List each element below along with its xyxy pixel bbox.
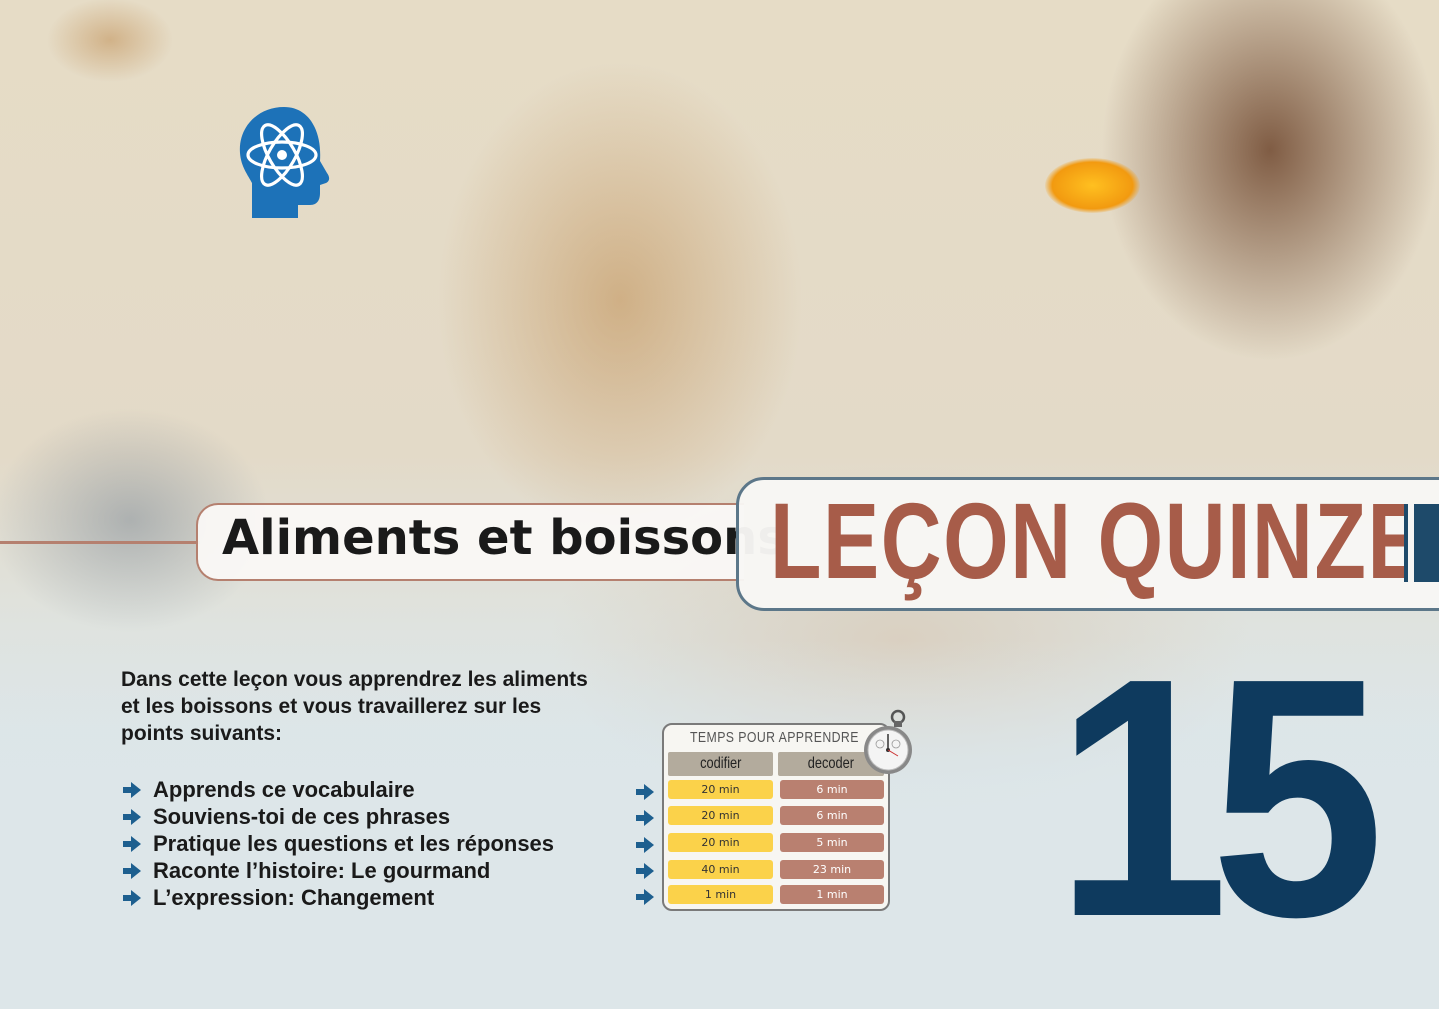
intro-text: Dans cette leçon vous apprendrez les ali… [121,668,588,745]
title-rule [0,541,200,544]
codifier-header-label: codifier [699,755,742,772]
point-label: Apprends ce vocabulaire [153,776,415,802]
point-label: Raconte l’histoire: Le gourmand [153,858,491,884]
list-item: Raconte l’histoire: Le gourmand [121,858,554,885]
arrow-right-icon [636,836,654,853]
arrow-right-icon [636,810,654,827]
list-item: Souviens-toi de ces phrases [121,803,554,830]
arrow-right-icon [636,784,654,800]
point-label: Pratique les questions et les réponses [153,830,555,856]
codifier-cell: 20 min [668,806,773,825]
decoder-cell: 6 min [780,806,884,825]
codifier-cell: 40 min [668,860,773,879]
decoder-header-label: decoder [807,755,855,772]
list-item: Apprends ce vocabulaire [121,776,554,803]
arrow-right-icon [636,862,654,879]
arrow-right-icon [123,808,141,825]
section-title: Aliments et boissons [222,510,786,566]
arrow-right-icon [123,863,141,880]
point-label: L’expression: Changement [153,885,435,911]
time-table-title: TEMPS POUR APPRENDRE [690,729,859,746]
stopwatch-icon [864,709,912,774]
arrow-right-icon [123,890,141,907]
codifier-cell: 20 min [668,780,773,799]
points-list: Apprends ce vocabulaire Souviens-toi de … [121,776,554,912]
arrow-right-icon [123,835,141,852]
pepper-slice [1045,158,1140,213]
lesson-number: 15 [1055,608,1385,988]
lesson-bar-gap [1408,504,1414,582]
codifier-cell: 20 min [668,833,773,852]
time-table-arrows [634,783,656,914]
brain-atom-icon [239,107,330,218]
point-label: Souviens-toi de ces phrases [153,803,451,829]
list-item: Pratique les questions et les réponses [121,830,554,857]
decoder-cell: 23 min [780,860,884,879]
decoder-cell: 5 min [780,833,884,852]
codifier-cell: 1 min [668,885,773,904]
arrow-right-icon [123,781,141,798]
decoder-cell: 1 min [780,885,884,904]
decoder-cell: 6 min [780,780,884,799]
codifier-header: codifier [668,752,773,776]
lesson-title: LEÇON QUINZE [770,480,1426,601]
list-item: L’expression: Changement [121,885,554,912]
arrow-right-icon [636,889,654,906]
